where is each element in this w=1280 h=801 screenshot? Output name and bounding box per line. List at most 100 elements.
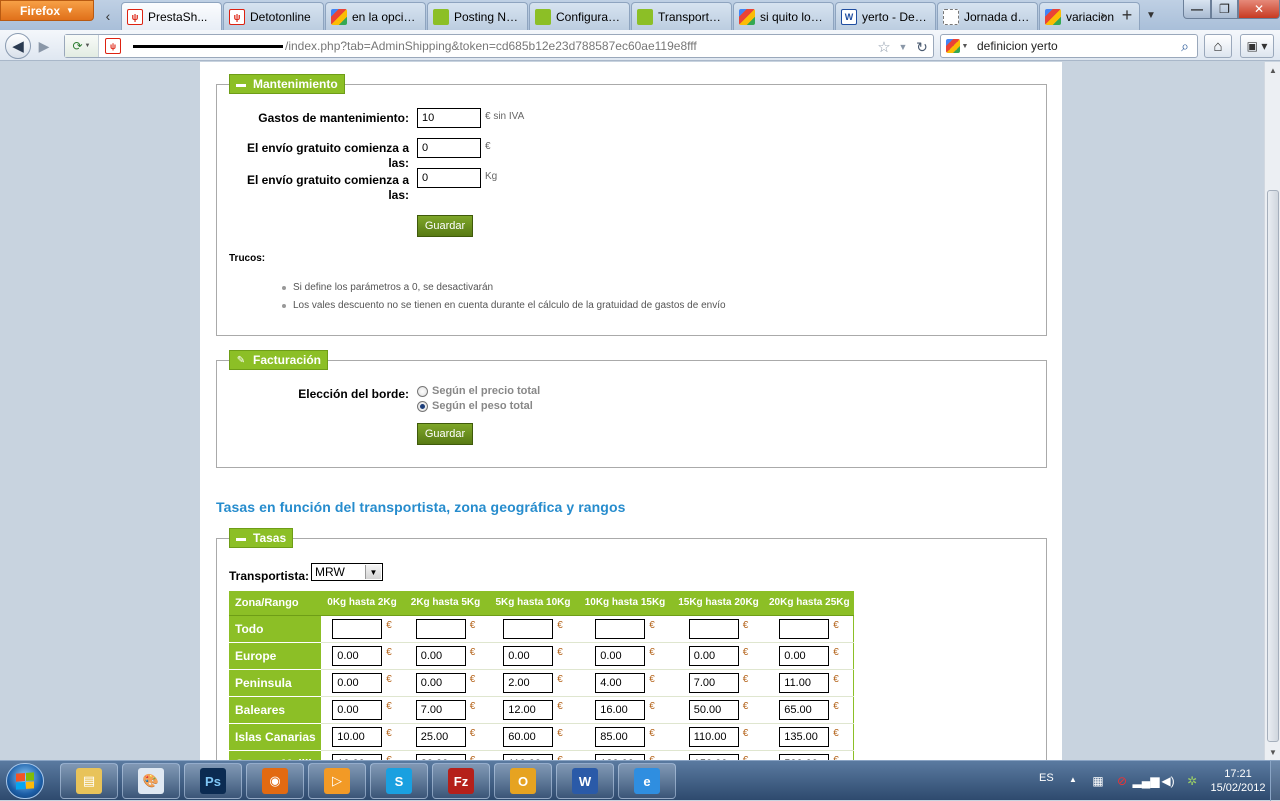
- list-all-tabs-button[interactable]: ▼: [1141, 4, 1161, 26]
- rate-input[interactable]: 0.00: [332, 645, 383, 666]
- browser-tab[interactable]: Posting Ne...: [427, 2, 528, 30]
- taskbar-photoshop-button[interactable]: Ps: [184, 763, 242, 799]
- browser-tab[interactable]: ψ PrestaSh...: [121, 2, 222, 30]
- browser-tab[interactable]: ψ Detotonline: [223, 2, 324, 30]
- taskbar-filezilla-button[interactable]: Fz: [432, 763, 490, 799]
- scroll-down-icon[interactable]: ▼: [1265, 744, 1280, 760]
- rate-input[interactable]: 110.00: [688, 726, 739, 747]
- url-bar[interactable]: ⟳ ▼ ψ /index.php?tab=AdminShipping&token…: [64, 34, 934, 58]
- browser-tab[interactable]: Transporte ...: [631, 2, 732, 30]
- blank-favicon-icon: [943, 8, 959, 25]
- rate-input[interactable]: [503, 618, 554, 639]
- radio-option-price[interactable]: Según el precio total: [417, 385, 540, 397]
- rate-input[interactable]: 7.00: [688, 672, 739, 693]
- rate-input[interactable]: 0.00: [332, 672, 383, 693]
- language-indicator[interactable]: ES: [1039, 772, 1054, 784]
- browser-tab[interactable]: en la opcio...: [325, 2, 426, 30]
- gear-icon[interactable]: ✲: [1184, 773, 1200, 789]
- back-button[interactable]: ◀: [5, 33, 31, 59]
- shipping-cost-input[interactable]: 10: [417, 108, 481, 128]
- rate-input[interactable]: 85.00: [595, 726, 646, 747]
- rate-input[interactable]: 0.00: [415, 672, 466, 693]
- forward-button[interactable]: ▶: [33, 36, 55, 56]
- taskbar-paint-button[interactable]: 🎨: [122, 763, 180, 799]
- rate-input[interactable]: 16.00: [595, 699, 646, 720]
- tab-scroll-right-icon[interactable]: ›: [1094, 4, 1112, 26]
- rate-input[interactable]: [595, 618, 646, 639]
- taskbar-explorer-button[interactable]: ▤: [60, 763, 118, 799]
- rate-input[interactable]: 0.00: [332, 699, 383, 720]
- rate-input[interactable]: 0.00: [503, 645, 554, 666]
- taskbar-internet-explorer-button[interactable]: e: [618, 763, 676, 799]
- site-identity-button[interactable]: ⟳ ▼: [65, 35, 99, 57]
- search-engine-selector[interactable]: ▼: [941, 39, 973, 53]
- carrier-select[interactable]: MRW ▼: [311, 563, 383, 581]
- scrollbar-thumb[interactable]: [1267, 190, 1279, 742]
- history-dropdown-icon[interactable]: ▼: [895, 37, 911, 57]
- taskbar-firefox-button[interactable]: ◉: [246, 763, 304, 799]
- browser-tab[interactable]: Configuraci...: [529, 2, 630, 30]
- volume-icon[interactable]: ◀): [1160, 773, 1176, 789]
- rate-input[interactable]: [415, 618, 466, 639]
- show-desktop-button[interactable]: [1270, 761, 1280, 801]
- browser-tab[interactable]: Jornada de ...: [937, 2, 1038, 30]
- rate-input[interactable]: 0.00: [415, 645, 466, 666]
- rate-input[interactable]: 50.00: [688, 699, 739, 720]
- taskbar-outlook-button[interactable]: O: [494, 763, 552, 799]
- search-bar[interactable]: ▼ definicion yerto ⌕: [940, 34, 1198, 58]
- browser-tab[interactable]: si quito los ...: [733, 2, 834, 30]
- signal-icon[interactable]: ▂▄▆: [1133, 773, 1160, 789]
- save-maintenance-button[interactable]: Guardar: [417, 215, 473, 237]
- rate-input[interactable]: [779, 618, 830, 639]
- bookmarks-menu-button[interactable]: ▣ ▾: [1240, 34, 1274, 58]
- rate-input[interactable]: 11.00: [779, 672, 830, 693]
- save-billing-button[interactable]: Guardar: [417, 423, 473, 445]
- free-shipping-weight-input[interactable]: 0: [417, 168, 481, 188]
- search-input[interactable]: definicion yerto: [977, 39, 1058, 53]
- rate-cell: 16.00 €: [578, 696, 672, 724]
- rate-input[interactable]: 60.00: [503, 726, 554, 747]
- clock[interactable]: 17:21 15/02/2012: [1208, 767, 1268, 795]
- rate-input[interactable]: 7.00: [415, 699, 466, 720]
- rate-input[interactable]: 0.00: [595, 645, 646, 666]
- search-icon[interactable]: ⌕: [1177, 38, 1193, 54]
- arrow-right-icon: ▶: [38, 37, 50, 54]
- rate-input[interactable]: [688, 618, 739, 639]
- firefox-menu-button[interactable]: Firefox ▼: [0, 0, 94, 21]
- chevron-down-icon: ▼: [66, 6, 74, 15]
- window-close-button[interactable]: ✕: [1238, 0, 1280, 19]
- window-minimize-button[interactable]: —: [1183, 0, 1211, 19]
- bookmark-star-icon[interactable]: ☆: [875, 37, 893, 57]
- page-scrollbar[interactable]: ▲ ▼: [1264, 62, 1280, 760]
- scroll-up-icon[interactable]: ▲: [1265, 62, 1280, 78]
- rate-input[interactable]: 0.00: [779, 645, 830, 666]
- tab-scroll-left-icon[interactable]: ‹: [98, 4, 118, 28]
- no-connection-icon[interactable]: ⊘: [1114, 773, 1130, 789]
- rate-input[interactable]: 2.00: [503, 672, 554, 693]
- rate-input[interactable]: 65.00: [779, 699, 830, 720]
- billing-legend: ✎ Facturación: [229, 350, 329, 370]
- new-tab-button[interactable]: +: [1116, 4, 1138, 26]
- free-shipping-price-input[interactable]: 0: [417, 138, 481, 158]
- radio-option-weight[interactable]: Según el peso total: [417, 400, 533, 412]
- taskbar-media-player-button[interactable]: ▷: [308, 763, 366, 799]
- show-hidden-icons-icon[interactable]: ▲: [1069, 775, 1077, 784]
- rate-input[interactable]: 0.00: [688, 645, 739, 666]
- rate-input[interactable]: 10.00: [332, 726, 383, 747]
- rate-input[interactable]: [332, 618, 383, 639]
- home-button[interactable]: ⌂: [1204, 34, 1232, 58]
- browser-tab[interactable]: Wyerto - Defi...: [835, 2, 936, 30]
- rate-input[interactable]: 4.00: [595, 672, 646, 693]
- window-maximize-button[interactable]: ❐: [1211, 0, 1238, 19]
- radio-button-checked[interactable]: [417, 400, 428, 412]
- rate-input[interactable]: 12.00: [503, 699, 554, 720]
- reload-icon[interactable]: ↻: [913, 37, 931, 57]
- chevron-down-icon[interactable]: ▼: [365, 565, 381, 579]
- network-drive-icon[interactable]: ▦: [1090, 773, 1106, 789]
- taskbar-word-button[interactable]: W: [556, 763, 614, 799]
- taskbar-skype-button[interactable]: S: [370, 763, 428, 799]
- rate-input[interactable]: 135.00: [779, 726, 830, 747]
- rate-input[interactable]: 25.00: [415, 726, 466, 747]
- start-button[interactable]: [6, 763, 44, 799]
- radio-button[interactable]: [417, 385, 428, 397]
